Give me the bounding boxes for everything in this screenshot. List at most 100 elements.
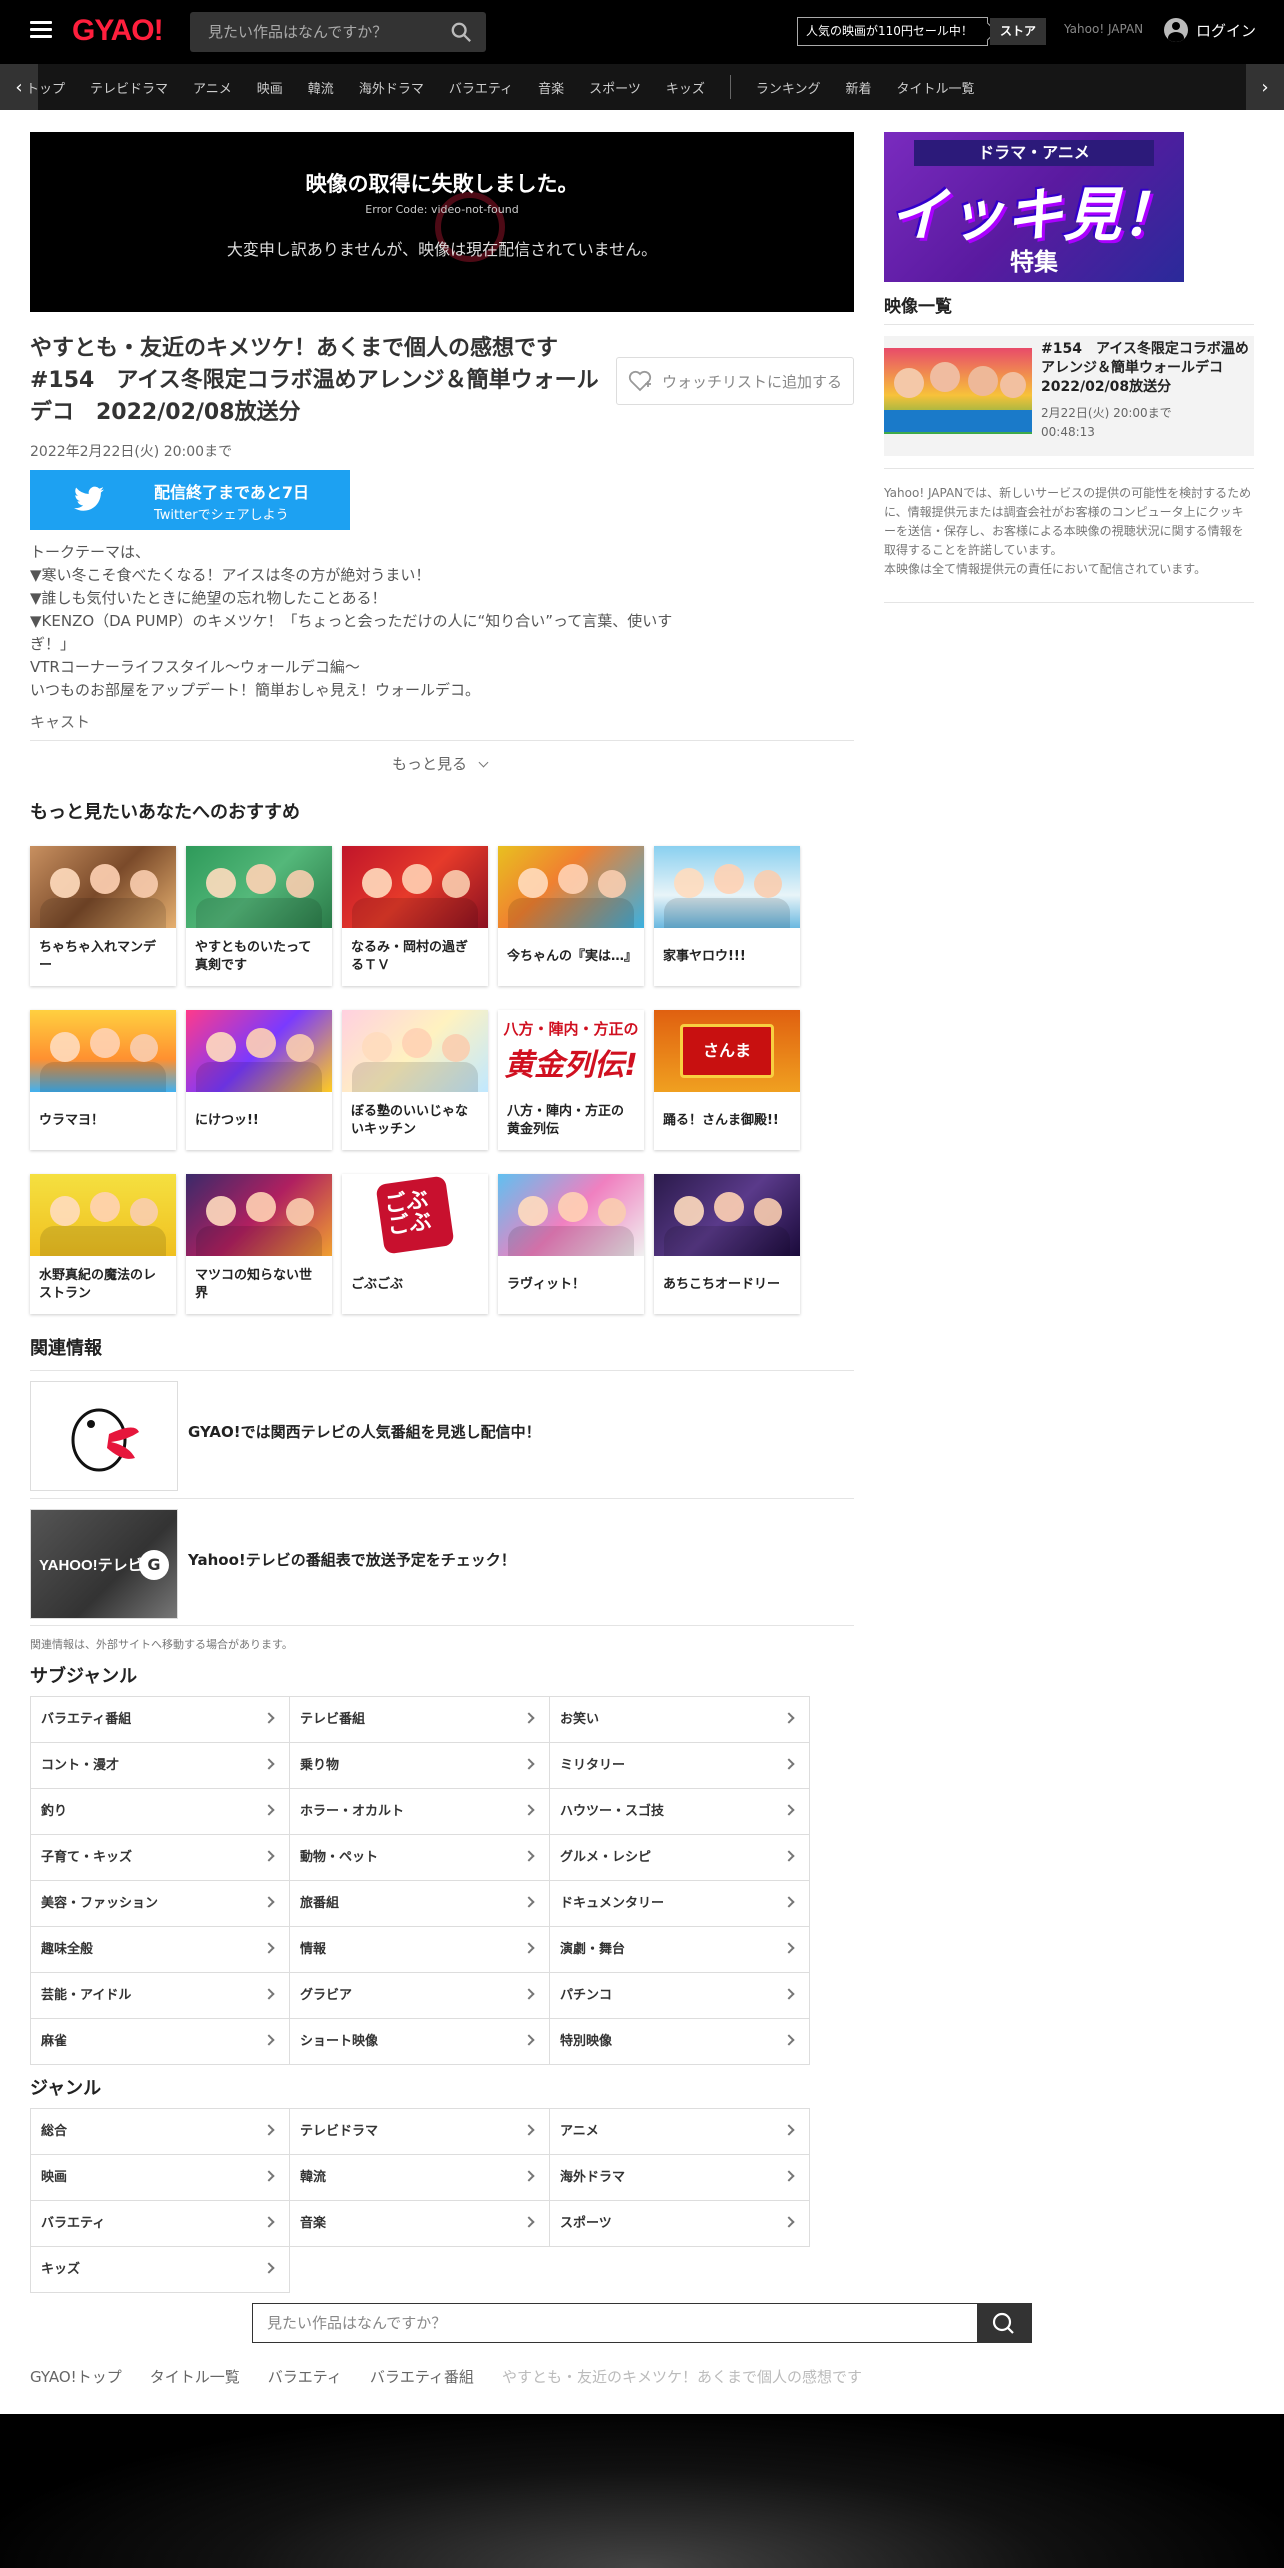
bottom-search-button[interactable]: [977, 2304, 1031, 2342]
nav-item[interactable]: 映画: [257, 78, 283, 97]
video-list-item[interactable]: #154 アイス冬限定コラボ温めアレンジ＆簡単ウォールデコ 2022/02/08…: [884, 336, 1254, 456]
banner-main-label: イッキ見！: [888, 181, 1179, 249]
twitter-share-main: 配信終了まであと7日: [154, 483, 309, 502]
recommend-card[interactable]: ラヴィット！: [498, 1174, 644, 1314]
nav-item[interactable]: バラエティ: [449, 78, 513, 97]
subgenre-item-label: ハウツー・スゴ技: [560, 1804, 665, 1819]
chevron-right-icon: [783, 2124, 795, 2136]
gyao-logo[interactable]: GYAO!: [72, 14, 164, 48]
subgenre-item[interactable]: 演劇・舞台: [550, 1927, 810, 1973]
sale-banner-link[interactable]: 人気の映画が110円セール中！: [797, 17, 988, 46]
subgenre-item[interactable]: ハウツー・スゴ技: [550, 1789, 810, 1835]
genre-item[interactable]: テレビドラマ: [290, 2109, 550, 2155]
watchlist-button[interactable]: ウォッチリストに追加する: [616, 357, 854, 405]
nav-item[interactable]: トップ: [26, 78, 65, 97]
subgenre-item[interactable]: 動物・ペット: [290, 1835, 550, 1881]
subgenre-item[interactable]: 乗り物: [290, 1743, 550, 1789]
login-button[interactable]: ログイン: [1164, 18, 1256, 42]
subgenre-item-label: テレビ番組: [300, 1712, 366, 1727]
nav-item[interactable]: 韓流: [308, 78, 334, 97]
subgenre-item[interactable]: 情報: [290, 1927, 550, 1973]
nav-item[interactable]: キッズ: [666, 78, 705, 97]
subgenre-item[interactable]: ショート映像: [290, 2019, 550, 2065]
bottom-search-input[interactable]: [253, 2304, 977, 2342]
genre-item-label: スポーツ: [560, 2216, 612, 2231]
nav-item[interactable]: アニメ: [193, 78, 232, 97]
breadcrumb-item[interactable]: バラエティ番組: [370, 2366, 474, 2387]
category-nav: ‹ トップ テレビドラマ アニメ 映画 韓流 海外ドラマ バラエティ 音楽 スポ…: [0, 64, 1284, 110]
genre-item[interactable]: 総合: [30, 2109, 290, 2155]
subgenre-item[interactable]: パチンコ: [550, 1973, 810, 2019]
nav-item[interactable]: タイトル一覧: [896, 78, 974, 97]
subgenre-item-label: ホラー・オカルト: [300, 1804, 405, 1819]
recommend-card[interactable]: にけつッ!!: [186, 1010, 332, 1150]
subgenre-item-label: 趣味全般: [41, 1942, 94, 1957]
recommend-card[interactable]: マツコの知らない世界: [186, 1174, 332, 1314]
store-button[interactable]: ストア: [990, 18, 1047, 45]
nav-item[interactable]: テレビドラマ: [90, 78, 168, 97]
genre-item[interactable]: 映画: [30, 2155, 290, 2201]
subgenre-item[interactable]: ミリタリー: [550, 1743, 810, 1789]
recommend-thumbnail: [342, 846, 488, 928]
video-item-title: #154 アイス冬限定コラボ温めアレンジ＆簡単ウォールデコ 2022/02/08…: [1041, 341, 1249, 395]
recommend-card[interactable]: やすとものいたって真剣です: [186, 846, 332, 986]
search-icon[interactable]: [450, 21, 472, 43]
related-item[interactable]: GYAO!では関西テレビの人気番組を見逃し配信中！: [30, 1370, 854, 1498]
subgenre-item[interactable]: 釣り: [30, 1789, 290, 1835]
genre-item[interactable]: 韓流: [290, 2155, 550, 2201]
subgenre-item[interactable]: ドキュメンタリー: [550, 1881, 810, 1927]
subgenre-item[interactable]: 子育て・キッズ: [30, 1835, 290, 1881]
subgenre-item[interactable]: お笑い: [550, 1697, 810, 1743]
subgenre-item[interactable]: 趣味全般: [30, 1927, 290, 1973]
chevron-right-icon: [263, 2170, 275, 2182]
video-player[interactable]: 映像の取得に失敗しました。 Error Code: video-not-foun…: [30, 132, 854, 312]
more-button[interactable]: もっと見る: [392, 753, 489, 774]
recommend-card[interactable]: あちこちオードリー: [654, 1174, 800, 1314]
nav-item[interactable]: ランキング: [756, 78, 821, 97]
subgenre-item[interactable]: 美容・ファッション: [30, 1881, 290, 1927]
recommend-card[interactable]: 家事ヤロウ!!!: [654, 846, 800, 986]
subgenre-item[interactable]: 旅番組: [290, 1881, 550, 1927]
binge-watch-banner[interactable]: ドラマ・アニメ イッキ見！ 特集: [884, 132, 1184, 282]
genre-item[interactable]: キッズ: [30, 2247, 290, 2293]
recommend-card[interactable]: ウラマヨ！: [30, 1010, 176, 1150]
genre-item[interactable]: 海外ドラマ: [550, 2155, 810, 2201]
subgenre-item[interactable]: コント・漫才: [30, 1743, 290, 1789]
nav-item[interactable]: スポーツ: [589, 78, 641, 97]
banner-top-label: ドラマ・アニメ: [914, 140, 1154, 166]
genre-item[interactable]: バラエティ: [30, 2201, 290, 2247]
twitter-share-button[interactable]: 配信終了まであと7日 Twitterでシェアしよう: [30, 470, 350, 530]
subgenre-item[interactable]: バラエティ番組: [30, 1697, 290, 1743]
subgenre-item[interactable]: 麻雀: [30, 2019, 290, 2065]
genre-item[interactable]: 音楽: [290, 2201, 550, 2247]
breadcrumb-item[interactable]: タイトル一覧: [150, 2366, 240, 2387]
subgenre-item[interactable]: 特別映像: [550, 2019, 810, 2065]
recommend-card[interactable]: 水野真紀の魔法のレストラン: [30, 1174, 176, 1314]
recommend-card[interactable]: ぼる塾のいいじゃないキッチン: [342, 1010, 488, 1150]
yahoo-japan-link[interactable]: Yahoo! JAPAN: [1064, 22, 1143, 36]
chevron-right-icon: [263, 1850, 275, 1862]
genre-item[interactable]: スポーツ: [550, 2201, 810, 2247]
genre-item[interactable]: アニメ: [550, 2109, 810, 2155]
recommend-card[interactable]: ちゃちゃ入れマンデー: [30, 846, 176, 986]
subgenre-item[interactable]: グラビア: [290, 1973, 550, 2019]
breadcrumb-item[interactable]: GYAO!トップ: [30, 2366, 122, 2387]
recommend-card[interactable]: ごぶ ごぶ ごぶごぶ: [342, 1174, 488, 1314]
breadcrumb-item[interactable]: バラエティ: [268, 2366, 342, 2387]
nav-item[interactable]: 海外ドラマ: [359, 78, 424, 97]
nav-next-icon[interactable]: ›: [1246, 64, 1284, 110]
search-input[interactable]: [190, 12, 430, 52]
nav-item[interactable]: 音楽: [538, 78, 564, 97]
subgenre-item[interactable]: ホラー・オカルト: [290, 1789, 550, 1835]
related-item[interactable]: YAHOO!テレビ G Yahoo!テレビの番組表で放送予定をチェック！: [30, 1498, 854, 1626]
menu-icon[interactable]: [30, 21, 52, 39]
recommend-card[interactable]: 八方・陣内・方正の 黄金列伝! 八方・陣内・方正の黄金列伝: [498, 1010, 644, 1150]
nav-item[interactable]: 新着: [845, 78, 871, 97]
subgenre-item-label: グルメ・レシピ: [560, 1850, 652, 1865]
subgenre-item[interactable]: 芸能・アイドル: [30, 1973, 290, 2019]
subgenre-item[interactable]: テレビ番組: [290, 1697, 550, 1743]
recommend-card[interactable]: さんま 踊る！さんま御殿!!: [654, 1010, 800, 1150]
recommend-card[interactable]: 今ちゃんの『実は…』: [498, 846, 644, 986]
recommend-card[interactable]: なるみ・岡村の過ぎるＴＶ: [342, 846, 488, 986]
subgenre-item[interactable]: グルメ・レシピ: [550, 1835, 810, 1881]
